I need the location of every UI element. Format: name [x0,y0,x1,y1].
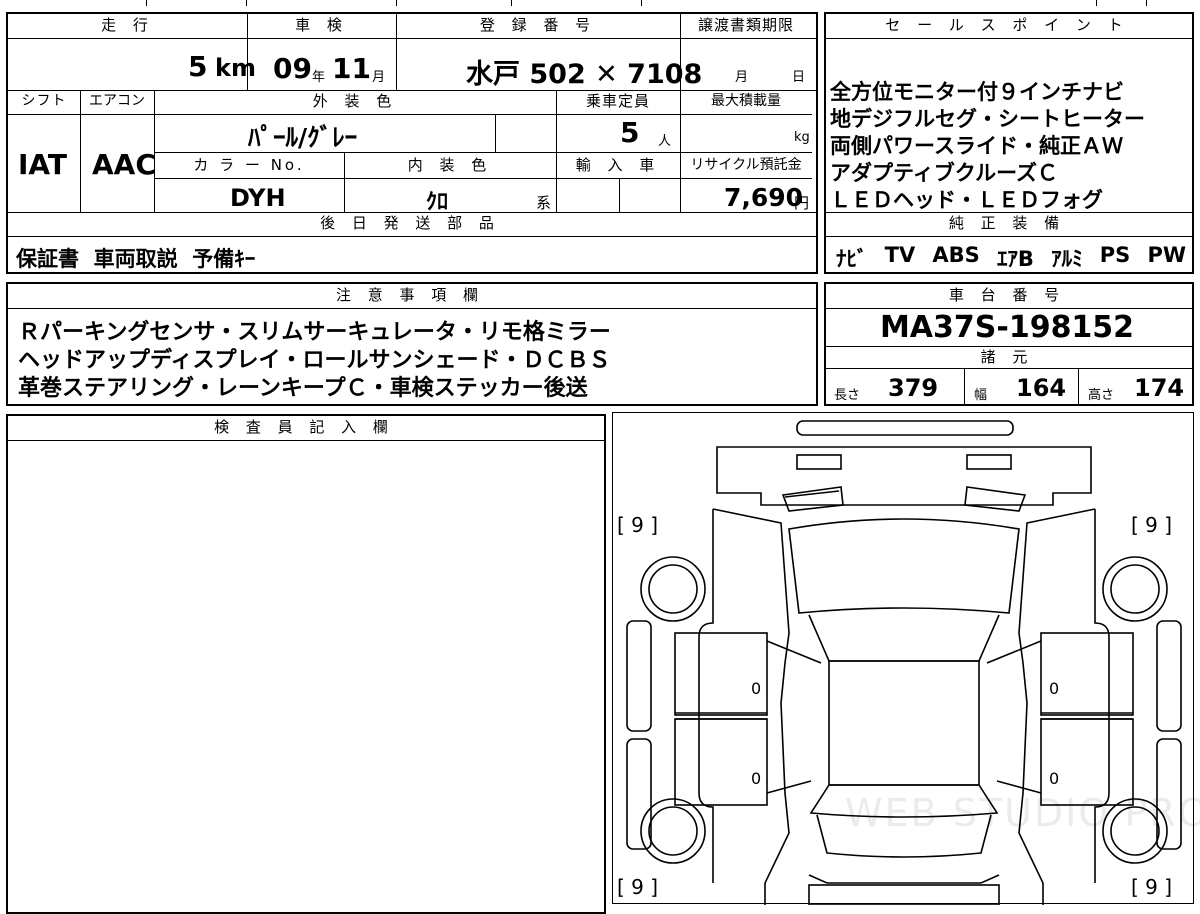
top-strip [6,0,1194,8]
spec-length-value: 379 [888,374,939,402]
exterior-color-value: ﾊﾟｰﾙ/ｸﾞﾚｰ [248,123,358,152]
equipment-item: ｱﾙﾐ [1051,247,1083,271]
spec-height-value: 174 [1134,374,1185,402]
equipment-item: ｴｱB [996,247,1034,271]
mileage-value: 5 [188,50,208,83]
equipment-item: TV [884,243,916,267]
equipment-item: ﾅﾋﾞ [836,247,868,271]
equipment-list: ﾅﾋﾞ TV ABS ｴｱB ｱﾙﾐ PS PW [836,243,1186,273]
tire-label-rear-right: [ 9 ] [1131,875,1173,899]
interior-color-header: 内 装 色 [407,156,493,174]
spec-width-label: 幅 [974,388,988,403]
sales-points-panel: セ ー ル ス ポ イ ン ト 全方位モニター付９インチナビ 地デジフルセグ・シ… [824,12,1194,274]
aircon-value: AAC [92,148,156,181]
door-mark: 0 [751,679,762,698]
equipment-header: 純 正 装 備 [948,214,1066,232]
transfer-day-unit: 日 [792,70,806,85]
watermark: WEB STUDIO PRO [845,791,1200,835]
chassis-panel: 車 台 番 号 MA37S-198152 諸 元 長さ 379 幅 164 高さ… [824,282,1194,406]
sales-point-line: 地デジフルセグ・シートヒーター [830,107,1145,131]
recycle-value: 7,690 [724,183,804,212]
max-load-unit: kg [794,130,810,145]
interior-color-suffix: 系 [536,194,552,212]
transfer-deadline-header: 譲渡書類期限 [697,16,794,34]
color-no-header: カ ラ ー No. [193,156,305,174]
color-no-value: DYH [230,184,286,212]
import-header: 輸 入 車 [575,156,661,174]
tire-label-front-right: [ 9 ] [1131,513,1173,537]
inspector-header: 検 査 員 記 入 欄 [214,418,394,436]
chassis-header: 車 台 番 号 [948,286,1066,304]
registration-value: 水戸 502 ✕ 7108 [466,59,703,90]
door-mark: 0 [1049,769,1060,788]
sales-point-line: ＬＥＤヘッド・ＬＥＤフォグ [830,188,1103,212]
later-parts-header: 後 日 発 送 部 品 [320,214,500,232]
equipment-item: PS [1099,243,1131,267]
notes-panel: 注 意 事 項 欄 Ｒパーキングセンサ・スリムサーキュレータ・リモ格ミラー ヘッ… [6,282,818,406]
inspection-header: 車 検 [295,16,348,34]
shift-header: シフト [21,93,67,109]
inspection-month-unit: 月 [372,70,386,85]
capacity-value: 5 [620,116,640,149]
sales-point-line: 両側パワースライド・純正ＡＷ [830,134,1123,158]
capacity-header: 乗車定員 [585,92,650,110]
equipment-item: PW [1147,243,1186,267]
spec-width-value: 164 [1016,374,1067,402]
inspection-year-unit: 年 [312,70,326,85]
spec-height-label: 高さ [1088,388,1115,403]
max-load-header: 最大積載量 [711,93,781,109]
inspection-year: 09 [273,52,312,85]
tire-label-rear-left: [ 9 ] [617,875,659,899]
mileage-unit: km [215,54,256,82]
spec-length-label: 長さ [834,388,861,403]
recycle-header: リサイクル預託金 [690,157,802,173]
exterior-color-header: 外 装 色 [312,92,398,110]
door-mark: 0 [1049,679,1060,698]
sales-point-line: 全方位モニター付９インチナビ [830,80,1124,104]
recycle-unit: 円 [794,194,810,212]
vehicle-info-table: 走 行 車 検 登 録 番 号 譲渡書類期限 5 km 09 年 11 月 水戸… [6,12,818,274]
specs-header: 諸 元 [980,348,1034,366]
mileage-header: 走 行 [101,16,154,34]
sales-point-line: アダプティブクルーズＣ [830,161,1059,185]
car-diagram-panel: [ 9 ] [ 9 ] [ 9 ] [ 9 ] 0 0 0 0 WEB STUD… [612,412,1200,905]
notes-line: 革巻ステアリング・レーンキープＣ・車検ステッカー後送 [18,376,588,401]
inspection-month: 11 [332,52,371,85]
sales-points-header: セ ー ル ス ポ イ ン ト [885,16,1129,34]
door-mark: 0 [751,769,762,788]
inspector-panel: 検 査 員 記 入 欄 [6,414,606,914]
tire-label-front-left: [ 9 ] [617,513,659,537]
transfer-month-unit: 月 [735,70,749,85]
capacity-unit: 人 [658,134,672,149]
equipment-item: ABS [932,243,980,267]
registration-header: 登 録 番 号 [479,16,597,34]
later-parts-value: 保証書 車両取説 予備ｷｰ [16,247,256,271]
aircon-header: エアコン [89,93,145,109]
shift-value: IAT [18,148,68,181]
notes-header: 注 意 事 項 欄 [335,286,485,304]
chassis-number: MA37S-198152 [879,310,1135,345]
